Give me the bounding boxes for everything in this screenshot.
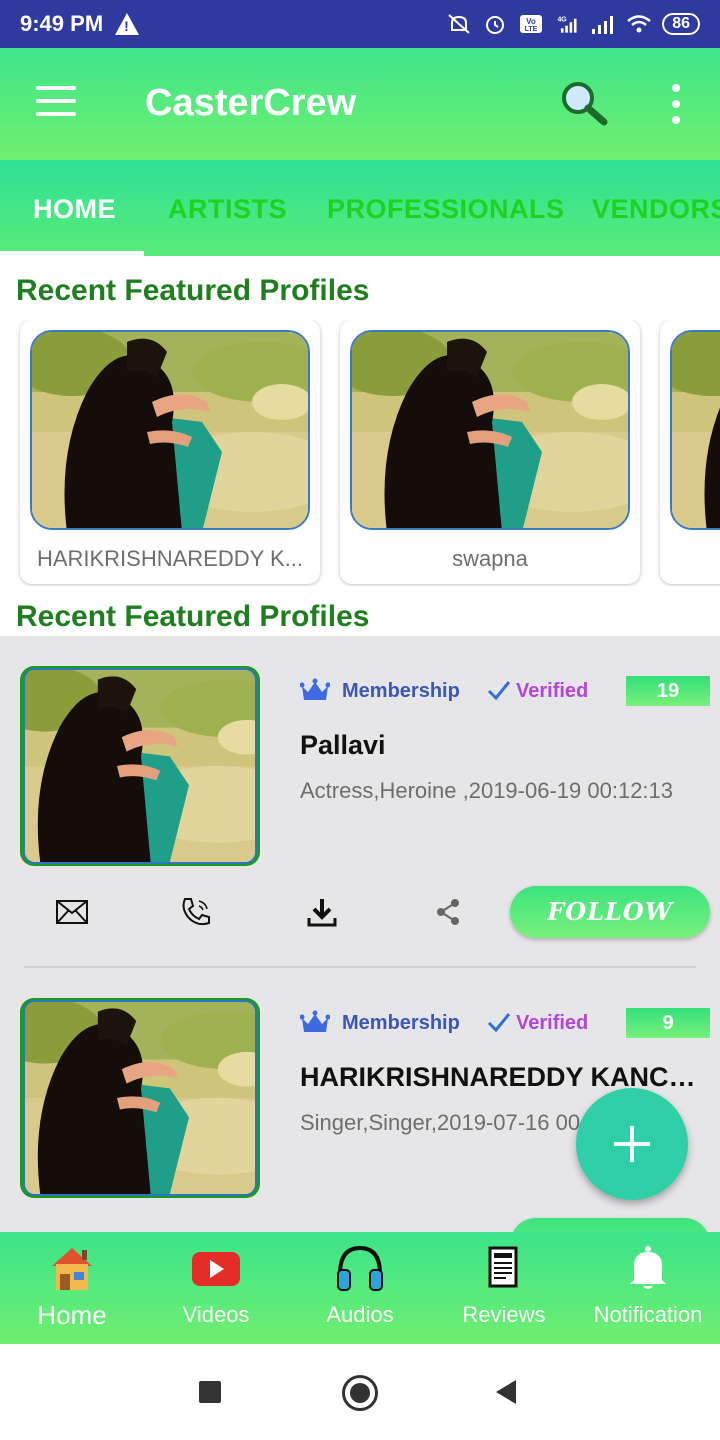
alarm-icon bbox=[486, 16, 505, 34]
count-badge: 19 bbox=[626, 676, 710, 706]
verified-label: Verified bbox=[516, 1012, 589, 1034]
mute-bell-icon bbox=[448, 14, 470, 34]
mail-icon[interactable] bbox=[52, 892, 92, 932]
status-time: 9:49 PM bbox=[20, 11, 104, 36]
badge-row: Membership Verified 9 bbox=[300, 1008, 710, 1038]
badge-row: Membership Verified 19 bbox=[300, 676, 710, 706]
nav-label: Home bbox=[37, 1300, 107, 1330]
download-icon[interactable] bbox=[302, 892, 342, 932]
share-icon[interactable] bbox=[428, 892, 468, 932]
membership-label: Membership bbox=[342, 1012, 460, 1034]
house-icon bbox=[52, 1248, 92, 1290]
signal-4g-icon: 4G bbox=[558, 16, 577, 33]
nav-label: Notification bbox=[593, 1302, 703, 1327]
membership-label: Membership bbox=[342, 680, 460, 702]
check-icon bbox=[487, 1013, 511, 1033]
recent-section-title: Recent Featured Profiles bbox=[16, 600, 370, 633]
signal-icon bbox=[592, 16, 614, 34]
nav-home[interactable]: Home bbox=[0, 1232, 144, 1344]
action-row: FOLLOW bbox=[0, 886, 720, 938]
app-bar: CasterCrew bbox=[0, 48, 720, 160]
follow-button[interactable]: FOLLOW bbox=[510, 1218, 710, 1232]
bell-icon bbox=[630, 1246, 666, 1289]
check-icon bbox=[487, 681, 511, 701]
active-tab-indicator bbox=[0, 251, 144, 256]
back-triangle-icon[interactable] bbox=[496, 1380, 516, 1404]
status-icons: Vo LTE 4G 86 bbox=[446, 13, 700, 35]
tab-artists[interactable]: ARTISTS bbox=[168, 194, 287, 225]
wifi-icon bbox=[627, 15, 651, 33]
profile-photo bbox=[30, 330, 310, 530]
nav-audios[interactable]: Audios bbox=[288, 1232, 432, 1344]
featured-section-title: Recent Featured Profiles bbox=[16, 274, 370, 307]
home-circle-icon[interactable] bbox=[342, 1375, 378, 1411]
featured-card-name: HARIKRISHNAREDDY K... bbox=[36, 546, 304, 571]
featured-carousel[interactable]: HARIKRISHNAREDDY K... swapna bbox=[0, 320, 720, 586]
profile-photo[interactable] bbox=[20, 998, 260, 1198]
nav-notification[interactable]: Notification bbox=[576, 1232, 720, 1344]
app-title: CasterCrew bbox=[145, 82, 357, 124]
bottom-nav: Home Videos Audios Reviews Notification bbox=[0, 1232, 720, 1344]
svg-text:LTE: LTE bbox=[525, 26, 538, 33]
featured-card[interactable]: HARIKRISHNAREDDY K... bbox=[20, 320, 320, 584]
headphones-icon bbox=[337, 1245, 383, 1291]
status-bar: 9:49 PM ! Vo LTE 4G 86 bbox=[0, 0, 720, 48]
nav-label: Audios bbox=[326, 1302, 394, 1327]
follow-button[interactable]: FOLLOW bbox=[510, 886, 710, 938]
featured-card-name: swapna bbox=[452, 546, 528, 571]
search-icon[interactable] bbox=[556, 78, 612, 128]
tab-home[interactable]: HOME bbox=[33, 194, 116, 225]
action-row: FOLLOW bbox=[0, 1218, 720, 1232]
battery-indicator: 86 bbox=[662, 13, 700, 35]
volte-icon: VoLTE bbox=[520, 15, 543, 33]
tab-vendors[interactable]: VENDORS bbox=[592, 194, 720, 225]
warning-icon: ! bbox=[115, 13, 140, 35]
tab-professionals[interactable]: PROFESSIONALS bbox=[327, 194, 565, 225]
nav-reviews[interactable]: Reviews bbox=[432, 1232, 576, 1344]
crown-icon bbox=[300, 678, 330, 700]
nav-label: Reviews bbox=[462, 1302, 546, 1327]
crown-icon bbox=[300, 1010, 330, 1032]
category-tabs: HOME ARTISTS PROFESSIONALS VENDORS bbox=[0, 160, 720, 256]
featured-card-partial[interactable] bbox=[660, 320, 720, 584]
verified-label: Verified bbox=[516, 680, 589, 702]
youtube-icon bbox=[192, 1252, 240, 1286]
phone-icon[interactable] bbox=[176, 892, 216, 932]
profile-photo bbox=[670, 330, 720, 530]
profile-name: Pallavi bbox=[300, 730, 386, 760]
featured-card[interactable]: swapna bbox=[340, 320, 640, 584]
list-item[interactable]: Membership Verified 19 Pallavi Actress,H… bbox=[0, 636, 720, 968]
profile-subtitle: Actress,Heroine ,2019-06-19 00:12:13 bbox=[300, 778, 674, 803]
newspaper-icon bbox=[488, 1246, 518, 1288]
menu-icon[interactable] bbox=[36, 86, 76, 116]
system-nav-bar bbox=[0, 1344, 720, 1440]
nav-label: Videos bbox=[182, 1302, 250, 1327]
nav-videos[interactable]: Videos bbox=[144, 1232, 288, 1344]
profile-photo[interactable] bbox=[20, 666, 260, 866]
add-fab-button[interactable] bbox=[576, 1088, 688, 1200]
profile-photo bbox=[350, 330, 630, 530]
more-vert-icon[interactable] bbox=[664, 84, 688, 124]
svg-text:4G: 4G bbox=[558, 16, 567, 23]
svg-text:Vo: Vo bbox=[526, 17, 536, 26]
app-screen: 9:49 PM ! Vo LTE 4G 86 CasterCrew HOME AR… bbox=[0, 0, 720, 1440]
recents-icon[interactable] bbox=[199, 1381, 221, 1403]
count-badge: 9 bbox=[626, 1008, 710, 1038]
